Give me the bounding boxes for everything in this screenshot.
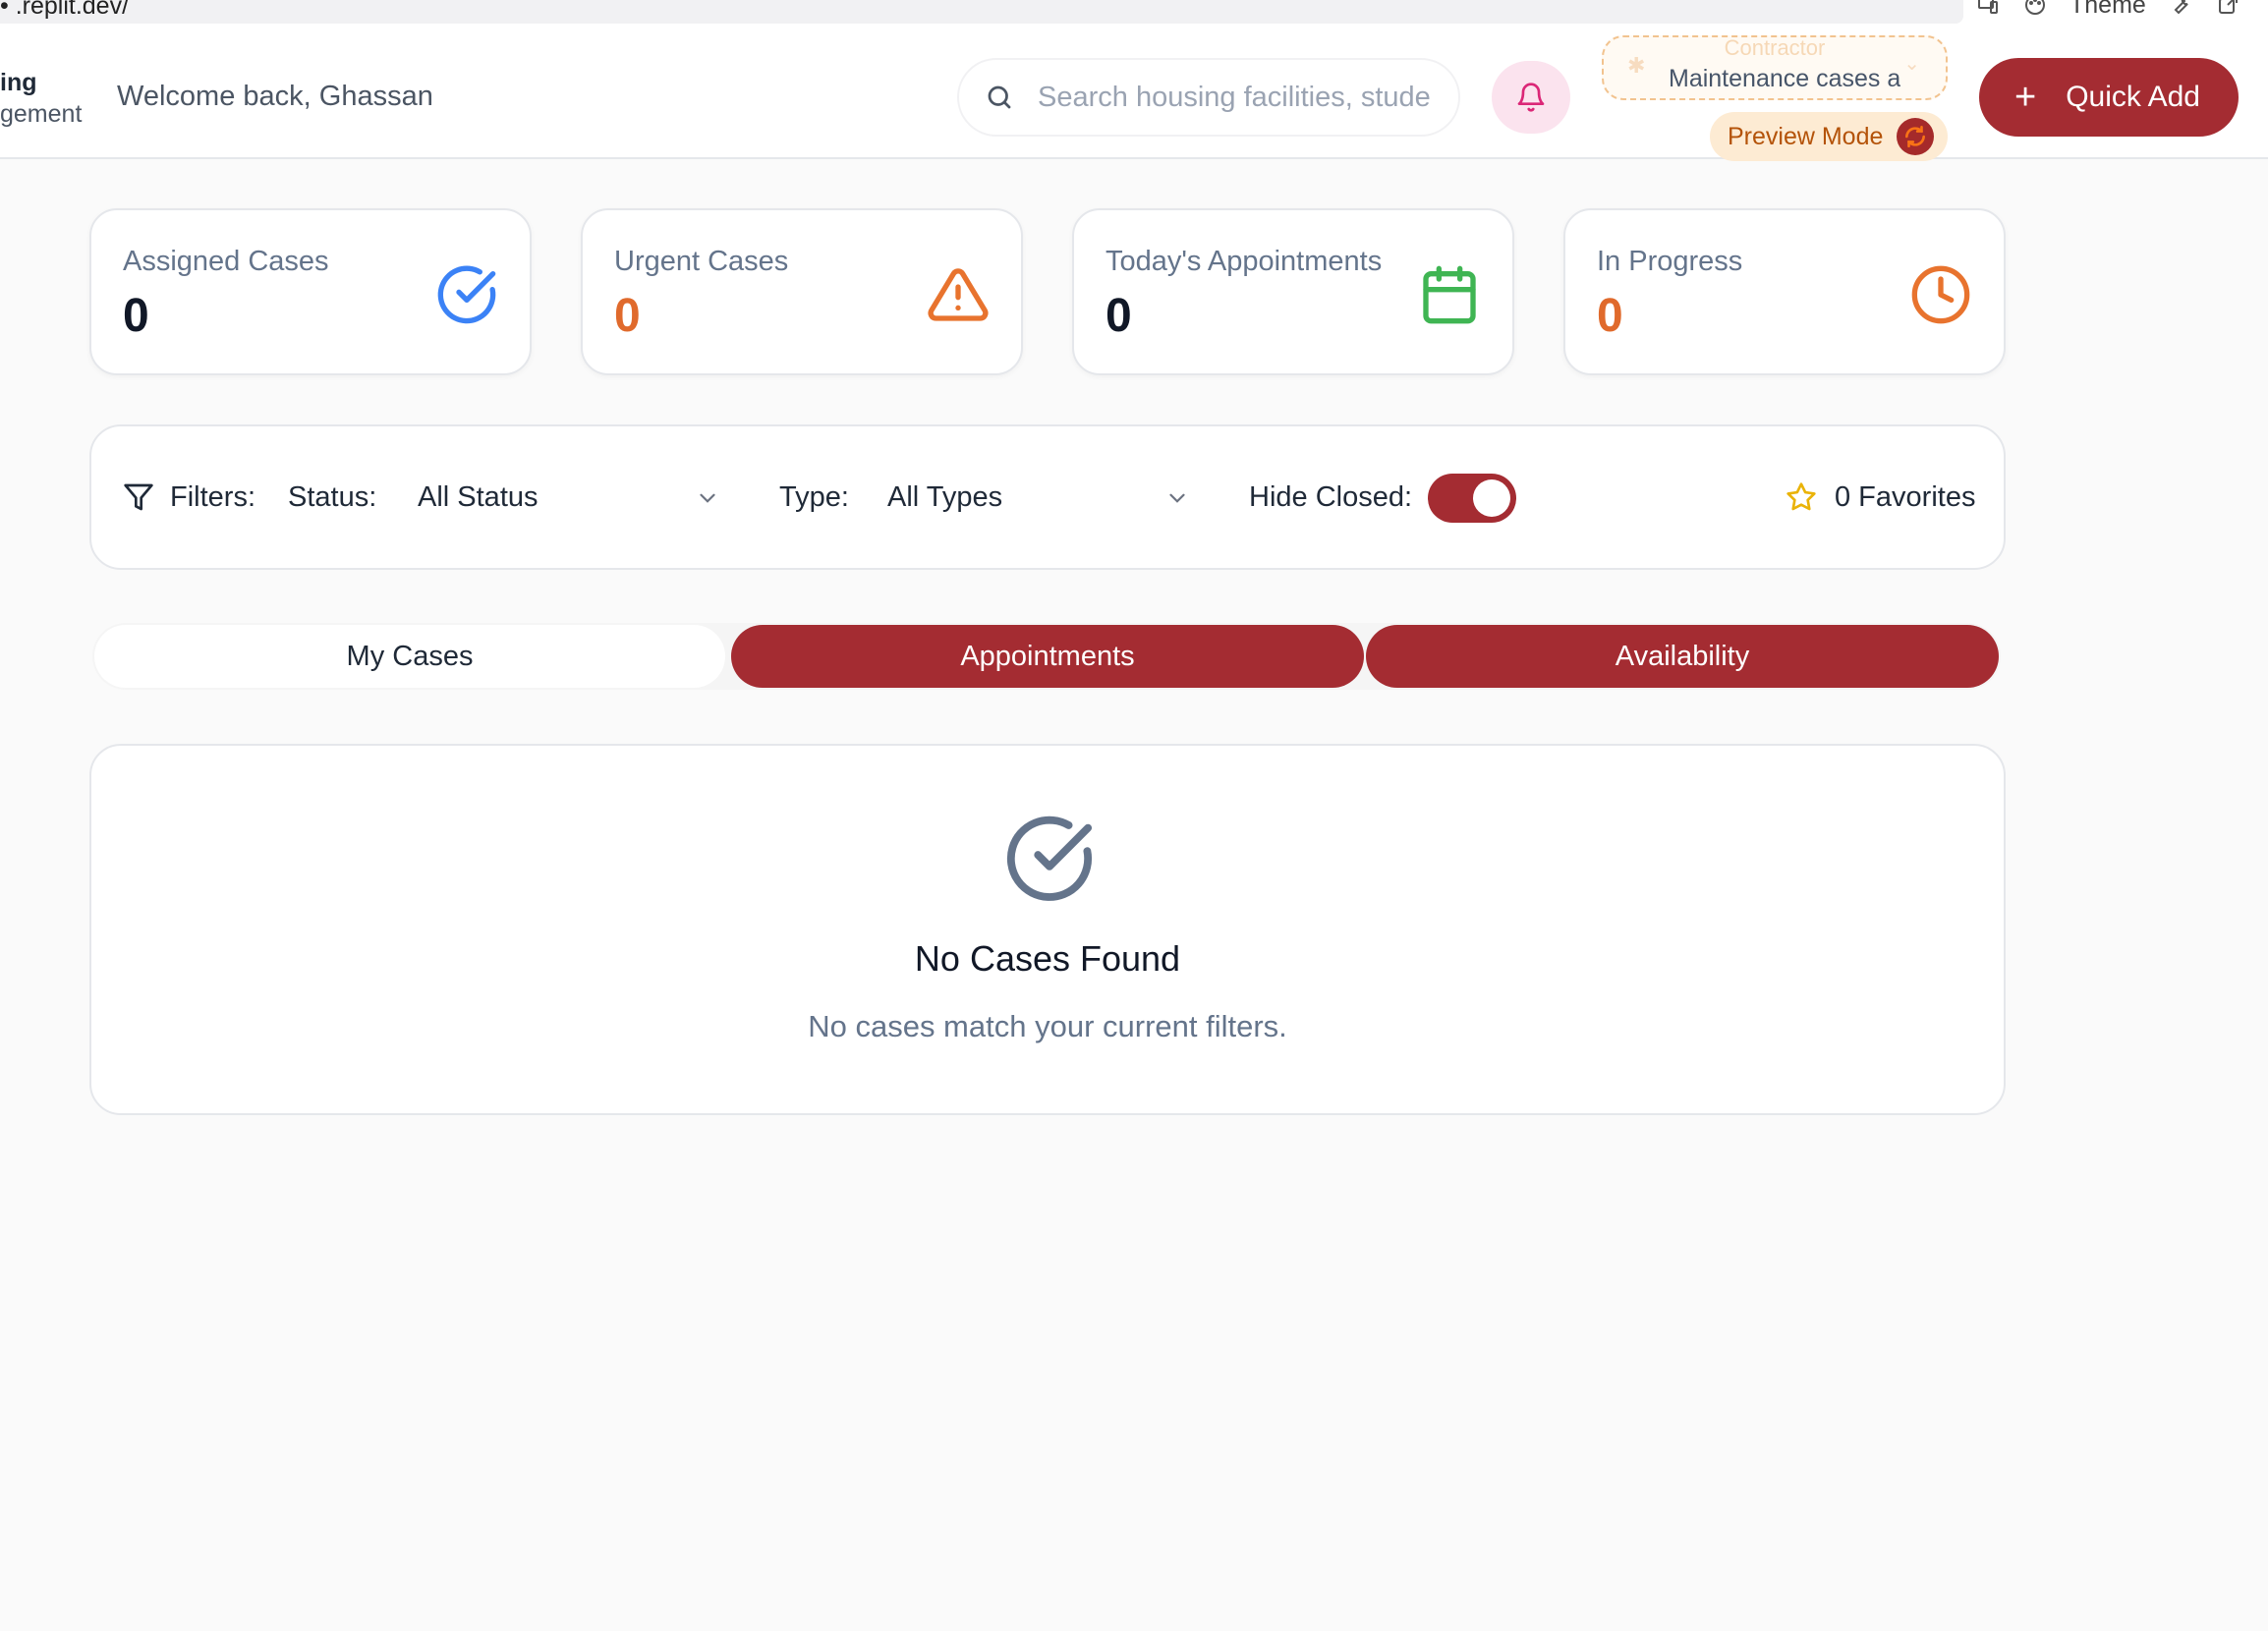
stat-card-appointments: Today's Appointments 0 [1072,208,1514,375]
app-header: ing gement Welcome back, Ghassan ✱ Contr… [0,24,2268,161]
role-label: Contractor [1724,35,1826,60]
type-filter-label: Type: [779,481,849,513]
device-preview-icon[interactable] [1975,0,2001,18]
search-input[interactable] [1038,81,1450,114]
stat-label: Urgent Cases [614,246,789,277]
hide-closed-toggle[interactable] [1428,474,1516,523]
brand-subtitle: gement [0,100,83,128]
check-circle-icon [437,265,496,324]
address-bar[interactable]: • .replit.dev/ [0,0,1963,24]
status-filter-label: Status: [288,481,377,513]
type-filter-select[interactable]: All Types [887,481,1002,514]
calendar-icon [1423,265,1476,324]
stat-card-urgent: Urgent Cases 0 [581,208,1023,375]
clock-icon [1911,265,1970,324]
plus-icon: + [2014,77,2037,118]
stat-label: In Progress [1597,246,1743,277]
tab-my-cases[interactable]: My Cases [94,625,725,688]
stat-label: Today's Appointments [1106,246,1383,277]
url-text: • .replit.dev/ [0,0,130,20]
filters-bar: Filters: Status: All Status Type: All Ty… [89,424,2006,570]
case-tabs: My Cases Appointments Availability [92,623,2001,690]
notifications-button[interactable] [1492,61,1570,134]
browser-toolbar: Theme [1975,0,2240,20]
stat-label: Assigned Cases [123,246,329,277]
stat-card-assigned: Assigned Cases 0 [89,208,532,375]
search-box[interactable] [957,58,1460,137]
star-icon[interactable] [1786,481,1817,513]
tab-appointments[interactable]: Appointments [731,625,1364,688]
stat-value: 0 [123,290,149,342]
toggle-knob [1473,479,1510,517]
role-selector[interactable]: ✱ Contractor Maintenance cases a ⌄ [1602,35,1948,100]
filters-title: Filters: [170,481,255,513]
filter-icon [124,483,153,511]
brand-title[interactable]: ing [0,69,37,97]
role-description: Maintenance cases a [1669,65,1900,92]
empty-state-title: No Cases Found [914,938,1181,979]
search-icon [983,81,1016,114]
quick-add-button[interactable]: + Quick Add [1979,58,2239,137]
empty-state-subtitle: No cases match your current filters. [808,1009,1287,1043]
stat-value: 0 [1597,290,1623,342]
cases-panel: No Cases Found No cases match your curre… [89,744,2006,1115]
warning-triangle-icon [928,268,989,321]
preview-mode-label: Preview Mode [1728,122,1884,150]
tab-availability[interactable]: Availability [1366,625,1999,688]
wrench-icon[interactable] [2168,0,2193,18]
refresh-icon[interactable] [1897,118,1934,155]
preview-mode-badge[interactable]: Preview Mode [1710,112,1948,161]
stat-card-in-progress: In Progress 0 [1563,208,2006,375]
stat-value: 0 [1106,290,1132,342]
check-circle-icon [1006,816,1093,901]
chevron-down-icon[interactable] [695,485,720,511]
welcome-message: Welcome back, Ghassan [117,81,433,112]
chevron-down-icon[interactable] [1164,485,1190,511]
external-link-icon[interactable] [2215,0,2240,18]
theme-label[interactable]: Theme [2070,0,2146,20]
bell-icon [1517,83,1545,112]
quick-add-label: Quick Add [2066,81,2200,113]
favorites-count[interactable]: 0 Favorites [1835,481,1975,514]
stat-value: 0 [614,290,641,342]
hide-closed-label: Hide Closed: [1249,481,1413,513]
palette-icon[interactable] [2022,0,2048,18]
chevron-down-icon: ⌄ [1903,53,1920,75]
status-filter-select[interactable]: All Status [418,481,539,514]
